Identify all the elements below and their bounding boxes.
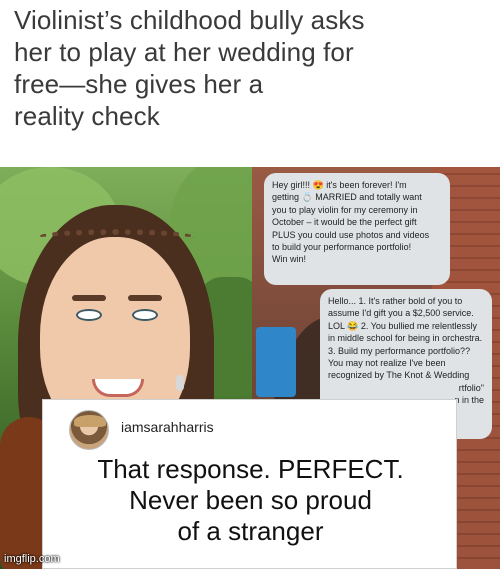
watermark: imgflip.com	[4, 553, 60, 565]
message-line: LOL 😂 2. You bullied me relentlessly	[328, 320, 477, 331]
headline: Violinist’s childhood bully asks her to …	[14, 4, 490, 132]
hat	[74, 415, 106, 427]
message-line: assume I'd gift you a $2,500 service.	[328, 308, 474, 319]
message-line: October – it would be the perfect gift	[272, 217, 417, 228]
message-line: 3. Build my performance portfolio??	[328, 345, 471, 356]
message-line: rtfolio"	[458, 382, 484, 393]
eyebrow	[128, 295, 162, 301]
message-line: in middle school for being in orchestra.	[328, 333, 483, 344]
blue-object	[256, 327, 296, 397]
message-line: Win win!	[272, 254, 307, 265]
braid	[36, 229, 196, 247]
eye	[132, 309, 158, 321]
comment-line: of a stranger	[177, 516, 324, 546]
message-line: you to play violin for my ceremony in	[272, 204, 418, 215]
comment-line: Never been so proud	[129, 485, 372, 515]
avatar[interactable]	[69, 410, 109, 450]
headline-line: reality check	[14, 101, 160, 131]
username[interactable]: iamsarahharris	[121, 419, 214, 435]
eye	[76, 309, 102, 321]
message-line: You may not realize I've been	[328, 358, 446, 369]
message-line: Hey girl!!! 😍 it's been forever! I'm	[272, 180, 407, 190]
comment-line: That response. PERFECT.	[97, 454, 404, 484]
comment-text: That response. PERFECT. Never been so pr…	[43, 454, 458, 547]
message-line: to build your performance portfolio!	[272, 242, 412, 253]
comment-card: iamsarahharris That response. PERFECT. N…	[42, 399, 457, 569]
eyebrow	[72, 295, 106, 301]
headline-line: free—she gives her a	[14, 69, 264, 99]
headline-line: Violinist’s childhood bully asks	[14, 5, 365, 35]
message-line: recognized by The Knot & Wedding	[328, 370, 470, 381]
message-line: PLUS you could use photos and videos	[272, 229, 430, 240]
earring	[176, 375, 184, 391]
headline-line: her to play at her wedding for	[14, 37, 354, 67]
message-line: getting 💍 MARRIED and totally want	[272, 192, 422, 203]
message-line: Hello... 1. It's rather bold of you to	[328, 296, 463, 306]
message-bubble-request: Hey girl!!! 😍 it's been forever! I'm get…	[264, 173, 450, 285]
